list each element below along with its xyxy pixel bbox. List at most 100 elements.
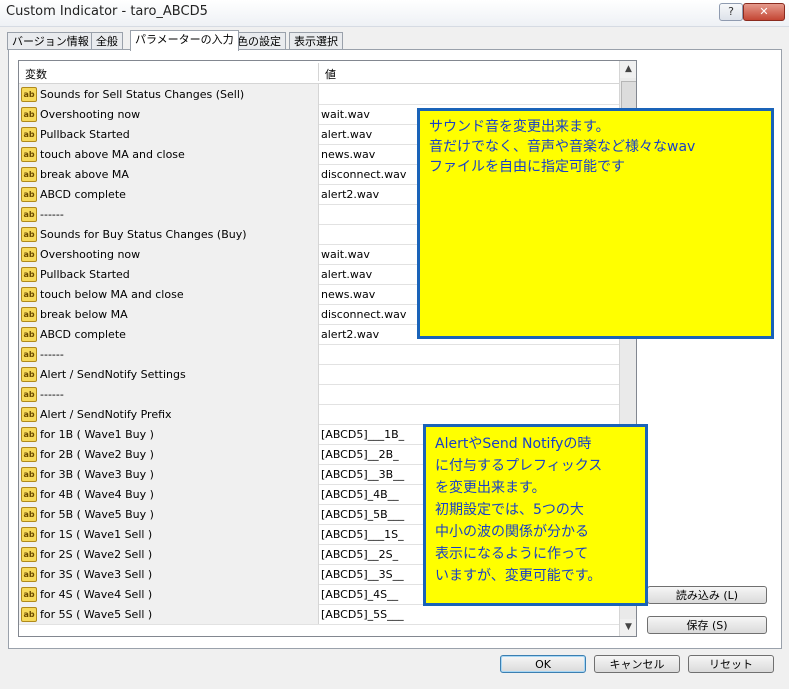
- prefix-annotation-line: 表示になるように作って: [435, 546, 589, 562]
- value-cell[interactable]: [ABCD5]___1B_: [321, 428, 404, 441]
- value-cell[interactable]: wait.wav: [321, 108, 370, 121]
- variable-cell: ab Overshooting now: [19, 244, 319, 264]
- variable-name: Sounds for Sell Status Changes (Sell): [40, 88, 245, 101]
- string-type-icon: ab: [21, 567, 37, 582]
- variable-name: break below MA: [40, 308, 128, 321]
- string-type-icon: ab: [21, 307, 37, 322]
- value-cell[interactable]: news.wav: [321, 288, 375, 301]
- value-cell[interactable]: wait.wav: [321, 248, 370, 261]
- string-type-icon: ab: [21, 527, 37, 542]
- value-cell[interactable]: alert.wav: [321, 268, 372, 281]
- value-cell[interactable]: news.wav: [321, 148, 375, 161]
- table-row[interactable]: ab Alert / SendNotify Prefix: [19, 404, 619, 425]
- value-cell[interactable]: [ABCD5]_4S__: [321, 588, 398, 601]
- variable-name: Alert / SendNotify Prefix: [40, 408, 172, 421]
- variable-name: ABCD complete: [40, 328, 126, 341]
- variable-name: ------: [40, 348, 64, 361]
- variable-cell: ab for 4S ( Wave4 Sell ): [19, 584, 319, 604]
- variable-name: for 5B ( Wave5 Buy ): [40, 508, 154, 521]
- string-type-icon: ab: [21, 467, 37, 482]
- variable-cell: ab for 5S ( Wave5 Sell ): [19, 604, 319, 624]
- prefix-annotation-line: を変更出来ます。: [435, 480, 546, 496]
- variable-cell: ab Sounds for Sell Status Changes (Sell): [19, 84, 319, 104]
- variable-cell: ab ------: [19, 344, 319, 364]
- table-row[interactable]: ab ------: [19, 344, 619, 365]
- prefix-annotation-line: AlertやSend Notifyの時: [435, 436, 592, 452]
- value-cell[interactable]: [ABCD5]_5B___: [321, 508, 404, 521]
- tab-general[interactable]: 全般: [91, 32, 123, 50]
- prefix-annotation-line: 中小の波の関係が分かる: [435, 524, 589, 540]
- value-cell[interactable]: alert2.wav: [321, 328, 379, 341]
- string-type-icon: ab: [21, 327, 37, 342]
- variable-name: for 3S ( Wave3 Sell ): [40, 568, 153, 581]
- string-type-icon: ab: [21, 487, 37, 502]
- table-row[interactable]: ab Alert / SendNotify Settings: [19, 364, 619, 385]
- variable-name: Overshooting now: [40, 108, 141, 121]
- variable-name: touch above MA and close: [40, 148, 185, 161]
- column-header-value[interactable]: 値: [325, 66, 336, 82]
- value-cell[interactable]: [ABCD5]_4B__: [321, 488, 399, 501]
- value-cell[interactable]: alert.wav: [321, 128, 372, 141]
- value-cell[interactable]: [ABCD5]__3B__: [321, 468, 404, 481]
- variable-name: ABCD complete: [40, 188, 126, 201]
- value-cell[interactable]: [ABCD5]___1S_: [321, 528, 404, 541]
- variable-cell: ab for 3S ( Wave3 Sell ): [19, 564, 319, 584]
- prefix-annotation: AlertやSend Notifyの時 に付与するプレフィックス を変更出来ます…: [423, 424, 648, 606]
- grid-header: 変数 値: [19, 61, 619, 84]
- string-type-icon: ab: [21, 387, 37, 402]
- value-cell[interactable]: disconnect.wav: [321, 168, 406, 181]
- string-type-icon: ab: [21, 347, 37, 362]
- tab-colors[interactable]: 色の設定: [232, 32, 286, 50]
- help-button[interactable]: ?: [719, 3, 743, 21]
- sound-annotation-line: サウンド音を変更出来ます。: [429, 119, 610, 135]
- variable-name: Pullback Started: [40, 128, 130, 141]
- value-cell[interactable]: [ABCD5]_5S___: [321, 608, 404, 621]
- variable-name: for 3B ( Wave3 Buy ): [40, 468, 154, 481]
- prefix-annotation-line: いますが、変更可能です。: [435, 568, 602, 584]
- string-type-icon: ab: [21, 167, 37, 182]
- variable-name: for 4S ( Wave4 Sell ): [40, 588, 153, 601]
- variable-name: for 1B ( Wave1 Buy ): [40, 428, 154, 441]
- table-row[interactable]: ab Sounds for Sell Status Changes (Sell): [19, 84, 619, 105]
- string-type-icon: ab: [21, 547, 37, 562]
- string-type-icon: ab: [21, 227, 37, 242]
- cancel-button[interactable]: キャンセル: [594, 655, 680, 673]
- ok-button[interactable]: OK: [500, 655, 586, 673]
- string-type-icon: ab: [21, 267, 37, 282]
- string-type-icon: ab: [21, 447, 37, 462]
- tab-parameters[interactable]: パラメーターの入力: [130, 30, 239, 51]
- string-type-icon: ab: [21, 587, 37, 602]
- variable-name: Alert / SendNotify Settings: [40, 368, 186, 381]
- close-button[interactable]: ✕: [743, 3, 785, 21]
- scroll-up-icon[interactable]: ▲: [620, 61, 636, 78]
- value-cell[interactable]: alert2.wav: [321, 188, 379, 201]
- variable-cell: ab for 1S ( Wave1 Sell ): [19, 524, 319, 544]
- load-button[interactable]: 読み込み (L): [647, 586, 767, 604]
- table-row[interactable]: ab ------: [19, 384, 619, 405]
- variable-name: break above MA: [40, 168, 129, 181]
- variable-name: ------: [40, 388, 64, 401]
- string-type-icon: ab: [21, 287, 37, 302]
- variable-cell: ab ABCD complete: [19, 184, 319, 204]
- string-type-icon: ab: [21, 147, 37, 162]
- scroll-down-icon[interactable]: ▼: [620, 619, 636, 636]
- value-cell[interactable]: disconnect.wav: [321, 308, 406, 321]
- sound-annotation-line: ファイルを自由に指定可能です: [429, 159, 625, 175]
- table-row[interactable]: ab for 5S ( Wave5 Sell ) [ABCD5]_5S___: [19, 604, 619, 625]
- variable-name: touch below MA and close: [40, 288, 184, 301]
- tab-version-info[interactable]: バージョン情報: [7, 32, 94, 50]
- variable-cell: ab break above MA: [19, 164, 319, 184]
- value-cell[interactable]: [ABCD5]__3S__: [321, 568, 404, 581]
- string-type-icon: ab: [21, 367, 37, 382]
- string-type-icon: ab: [21, 247, 37, 262]
- tab-visualization[interactable]: 表示選択: [289, 32, 343, 50]
- variable-cell: ab Sounds for Buy Status Changes (Buy): [19, 224, 319, 244]
- value-cell[interactable]: [ABCD5]__2S_: [321, 548, 398, 561]
- save-button[interactable]: 保存 (S): [647, 616, 767, 634]
- reset-button[interactable]: リセット: [688, 655, 774, 673]
- sound-annotation: サウンド音を変更出来ます。 音だけでなく、音声や音楽など様々なwav ファイルを…: [417, 108, 774, 339]
- column-separator[interactable]: [318, 63, 319, 81]
- variable-cell: ab for 5B ( Wave5 Buy ): [19, 504, 319, 524]
- value-cell[interactable]: [ABCD5]__2B_: [321, 448, 399, 461]
- column-header-variable[interactable]: 変数: [25, 66, 47, 82]
